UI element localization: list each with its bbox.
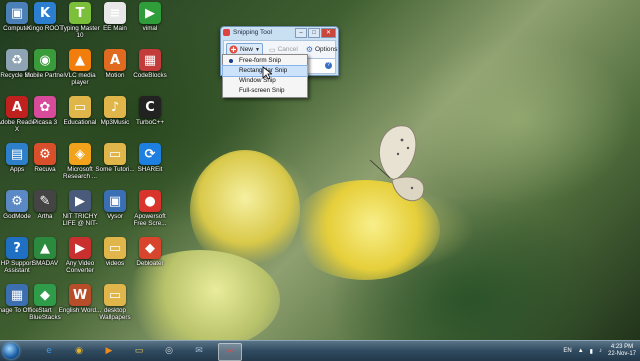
chevron-down-icon[interactable]: ▼ [255,47,260,53]
new-snip-icon [229,45,238,54]
desktop-icon[interactable]: ◆ Debloater [127,235,173,287]
scissors-icon [223,29,230,36]
volume-icon[interactable]: ♪ [599,348,602,354]
webcam-icon[interactable]: ◎ [158,343,180,359]
desktop-icon-label: desktop Wallpapers [99,307,131,321]
desktop-icon-label: Debloater [136,260,164,267]
picasa-icon: ✿ [34,96,56,118]
folder-icon: ▭ [69,96,91,118]
clock[interactable]: 4:23 PM 22-Nov-17 [608,344,636,358]
chrome-icon[interactable]: ◉ [68,343,90,359]
document-icon: ≡ [104,2,126,24]
shareit-icon: ⟳ [139,143,161,165]
motion-icon: A [104,49,126,71]
microsoft-research-icon: ◈ [69,143,91,165]
cancel-icon: ▭ [268,46,276,54]
play-icon: ▶ [139,2,161,24]
cancel-button[interactable]: ▭ Cancel [267,45,300,55]
desktop-icon[interactable]: ⟳ SHAREit [127,141,173,193]
desktop-icon[interactable]: ● Apowersoft Free Scre... [127,188,173,240]
folder-icon: ♪ [104,96,126,118]
cancel-label: Cancel [277,46,298,53]
clock-date: 22-Nov-17 [607,351,636,357]
snipping-tool-titlebar[interactable]: Snipping Tool – □ ✕ [221,27,338,38]
codeblocks-icon: ▦ [139,49,161,71]
help-icon[interactable]: ? [325,62,332,69]
taskbar: e ◉ ▶ ▭ ◎ ✉ ✂ EN ▲ ▮ ♪ 4:23 PM 22-Nov-17 [0,340,640,361]
desktop-icon[interactable]: C TurboC++ [127,94,173,146]
desktop-icon[interactable]: ▶ vimal [127,0,173,52]
mail-icon[interactable]: ✉ [188,343,210,359]
snipping-tool-icon[interactable]: ✂ [218,343,242,361]
folder-icon: ▭ [104,143,126,165]
kingo-root-icon: K [34,2,56,24]
video-icon: ▶ [69,190,91,212]
menu-item-full-screen-snip[interactable]: Full-screen Snip [223,86,307,96]
start-button[interactable] [3,343,19,359]
desktop-icon-label: vimal [142,25,158,32]
new-label: New [240,46,254,53]
butterfly [369,125,425,202]
turbo-c-icon: C [139,96,161,118]
system-tray: EN ▲ ▮ ♪ 4:23 PM 22-Nov-17 [563,342,636,360]
vysor-icon: ▣ [104,190,126,212]
network-icon[interactable]: ▮ [590,348,593,355]
menu-item-free-form-snip[interactable]: Free-form Snip [223,56,307,66]
menu-item-label: Free-form Snip [239,57,281,64]
folder-icon: ▭ [104,237,126,259]
video-converter-icon: ▶ [69,237,91,259]
media-player-icon[interactable]: ▶ [98,343,120,359]
debloater-icon: ◆ [139,237,161,259]
close-button[interactable]: ✕ [321,28,336,38]
window-title: Snipping Tool [233,29,272,36]
language-indicator[interactable]: EN [563,348,571,354]
bluestacks-icon: ◆ [34,284,56,306]
mobile-partner-icon: ◉ [34,49,56,71]
menu-item-label: Full-screen Snip [239,87,285,94]
typing-master-icon: T [69,2,91,24]
desktop-icon[interactable]: ▦ CodeBlocks [127,47,173,99]
smadav-icon: ▲ [34,237,56,259]
english-word-icon: W [69,284,91,306]
desktop-icon-label: CodeBlocks [133,72,167,79]
folder-icon: ▭ [104,284,126,306]
options-icon: ⚙ [305,45,313,54]
desktop-icon[interactable]: ▭ desktop Wallpapers [92,282,138,334]
clock-time: 4:23 PM [610,344,634,350]
selected-bullet-icon [229,59,233,63]
recuva-icon: ⚙ [34,143,56,165]
file-explorer-icon[interactable]: ▭ [128,343,150,359]
apowersoft-icon: ● [139,190,161,212]
vlc-icon: ▲ [69,49,91,71]
tray-expand-icon[interactable]: ▲ [578,348,584,354]
maximize-button[interactable]: □ [308,28,320,38]
desktop-icon-label: TurboC++ [135,119,165,126]
desktop-icon-label: Apowersoft Free Scre... [133,213,167,227]
options-label: Options [315,46,338,53]
options-button[interactable]: ⚙ Options [304,44,340,55]
desktop-icon-label: SHAREit [137,166,163,173]
internet-explorer-icon[interactable]: e [38,343,60,359]
minimize-button[interactable]: – [295,28,307,38]
mouse-cursor-icon [262,66,272,80]
artha-icon: ✎ [34,190,56,212]
